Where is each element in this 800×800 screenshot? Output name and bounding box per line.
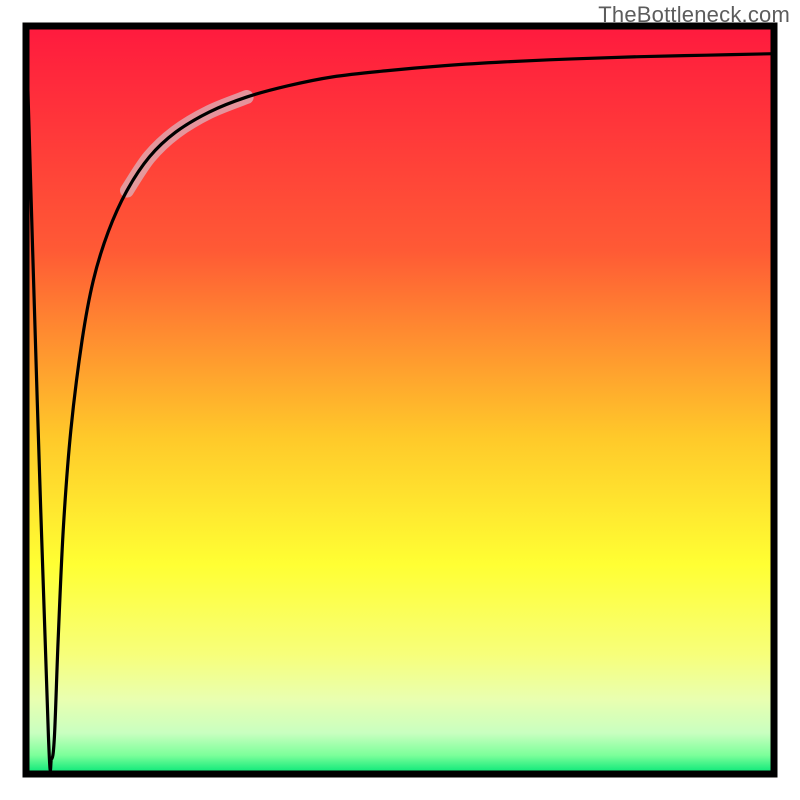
plot-background-gradient	[26, 26, 774, 774]
bottleneck-chart	[0, 0, 800, 800]
chart-container: TheBottleneck.com	[0, 0, 800, 800]
watermark-text: TheBottleneck.com	[598, 2, 790, 28]
